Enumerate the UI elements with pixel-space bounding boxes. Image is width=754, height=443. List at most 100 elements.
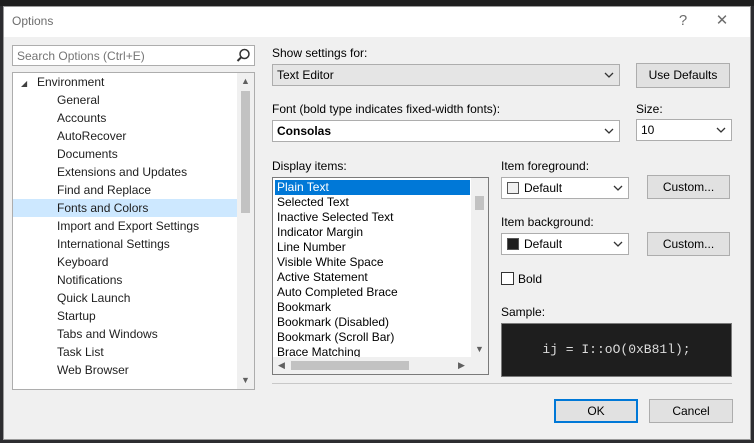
background-custom-button[interactable]: Custom... (647, 232, 730, 256)
tree-item[interactable]: Web Browser (13, 361, 237, 379)
tree-item-label: Extensions and Updates (57, 165, 188, 179)
foreground-custom-button[interactable]: Custom... (647, 175, 730, 199)
display-items-label: Display items: (272, 159, 347, 173)
tree-item-label: Quick Launch (57, 291, 131, 305)
options-tree[interactable]: ◢ Environment General Accounts AutoRecover D… (12, 72, 255, 390)
separator (272, 383, 732, 384)
show-settings-combo[interactable]: Text Editor (272, 64, 620, 86)
scroll-up-icon[interactable]: ▲ (237, 73, 254, 90)
display-item[interactable]: Line Number (275, 240, 470, 255)
list-vertical-scrollbar[interactable]: ▼ (471, 178, 488, 358)
tree-item-label: Tabs and Windows (57, 327, 158, 341)
tree-item[interactable]: Documents (13, 145, 237, 163)
display-item[interactable]: Bookmark (Scroll Bar) (275, 330, 470, 345)
help-button[interactable]: ? (672, 11, 694, 31)
size-value: 10 (641, 123, 655, 137)
show-settings-value: Text Editor (277, 68, 334, 82)
foreground-value: Default (524, 181, 563, 195)
display-item[interactable]: Plain Text (275, 180, 470, 195)
tree-item[interactable]: Tabs and Windows (13, 325, 237, 343)
tree-item-environment[interactable]: ◢ Environment (13, 73, 237, 91)
display-items-list[interactable]: Plain Text Selected Text Inactive Selected… (272, 177, 489, 375)
window-title: Options (12, 14, 54, 28)
tree-item[interactable]: Fonts and Colors (13, 199, 237, 217)
chevron-down-icon (603, 68, 615, 82)
tree-item-label: Environment (37, 75, 105, 89)
list-hscroll-thumb[interactable] (291, 361, 409, 370)
tree-item[interactable]: International Settings (13, 235, 237, 253)
chevron-down-icon (612, 237, 624, 251)
chevron-down-icon (715, 123, 727, 137)
sample-preview: ij = I::oO(0xB81l); (501, 323, 732, 377)
scroll-down-icon[interactable]: ▼ (237, 372, 254, 389)
font-value: Consolas (277, 124, 332, 138)
display-item[interactable]: Indicator Margin (275, 225, 470, 240)
tree-item[interactable]: Startup (13, 307, 237, 325)
tree-item-label: Fonts and Colors (57, 201, 149, 215)
display-item[interactable]: Active Statement (275, 270, 470, 285)
font-combo[interactable]: Consolas (272, 120, 620, 142)
display-item[interactable]: Visible White Space (275, 255, 470, 270)
ok-button[interactable]: OK (554, 399, 638, 423)
list-horizontal-scrollbar[interactable]: ◀ ▶ (273, 357, 488, 374)
scroll-left-icon[interactable]: ◀ (273, 357, 290, 374)
sample-label: Sample: (501, 305, 546, 319)
list-scroll-thumb[interactable] (475, 196, 484, 210)
tree-item-label: Documents (57, 147, 118, 161)
search-icon[interactable] (235, 47, 252, 64)
tree-item-label: Import and Export Settings (57, 219, 200, 233)
scroll-down-icon[interactable]: ▼ (471, 341, 488, 358)
background-value: Default (524, 237, 563, 251)
show-settings-label: Show settings for: (272, 46, 368, 60)
tree-item-label: General (57, 93, 100, 107)
tree-scrollbar[interactable]: ▲ ▼ (237, 73, 254, 389)
tree-item[interactable]: Notifications (13, 271, 237, 289)
chevron-down-icon (612, 181, 624, 195)
color-swatch (507, 182, 519, 194)
background-combo[interactable]: Default (501, 233, 629, 255)
tree-item[interactable]: Find and Replace (13, 181, 237, 199)
use-defaults-button[interactable]: Use Defaults (636, 63, 730, 88)
tree-item-label: Web Browser (57, 363, 129, 377)
font-label: Font (bold type indicates fixed-width fo… (272, 102, 501, 116)
search-input[interactable] (13, 46, 233, 65)
title-bar: Options ? ✕ (4, 7, 750, 37)
tree-item-label: Find and Replace (57, 183, 152, 197)
tree-item[interactable]: Import and Export Settings (13, 217, 237, 235)
color-swatch (507, 238, 519, 250)
tree-item[interactable]: Quick Launch (13, 289, 237, 307)
tree-item[interactable]: AutoRecover (13, 127, 237, 145)
item-foreground-label: Item foreground: (501, 159, 590, 173)
display-item[interactable]: Auto Completed Brace (275, 285, 470, 300)
chevron-down-icon (603, 124, 615, 138)
tree-item-label: Accounts (57, 111, 107, 125)
display-item[interactable]: Bookmark (275, 300, 470, 315)
foreground-combo[interactable]: Default (501, 177, 629, 199)
options-dialog: Options ? ✕ ◢Environment General Accounts… (3, 6, 751, 440)
tree-item-label: Notifications (57, 273, 123, 287)
display-item[interactable]: Bookmark (Disabled) (275, 315, 470, 330)
tree-item-label: Task List (57, 345, 104, 359)
display-item[interactable]: Inactive Selected Text (275, 210, 470, 225)
scroll-right-icon[interactable]: ▶ (453, 357, 470, 374)
size-combo[interactable]: 10 (636, 119, 732, 141)
tree-item-label: Startup (57, 309, 96, 323)
tree-scroll-thumb[interactable] (241, 91, 250, 213)
tree-item[interactable]: General (13, 91, 237, 109)
tree-item[interactable]: Accounts (13, 109, 237, 127)
cancel-button[interactable]: Cancel (649, 399, 733, 423)
tree-item[interactable]: Keyboard (13, 253, 237, 271)
bold-label: Bold (518, 272, 543, 286)
tree-item-label: Keyboard (57, 255, 109, 269)
tree-item[interactable]: Extensions and Updates (13, 163, 237, 181)
tree-item[interactable]: Task List (13, 343, 237, 361)
tree-items: ◢ Environment General Accounts AutoRecover D… (13, 73, 237, 389)
search-field[interactable] (12, 45, 255, 66)
tree-item-label: International Settings (57, 237, 170, 251)
size-label: Size: (636, 102, 663, 116)
display-item[interactable]: Selected Text (275, 195, 470, 210)
close-button[interactable]: ✕ (711, 11, 733, 31)
item-background-label: Item background: (501, 215, 594, 229)
tree-item-label: AutoRecover (57, 129, 127, 143)
bold-checkbox[interactable] (501, 272, 514, 285)
